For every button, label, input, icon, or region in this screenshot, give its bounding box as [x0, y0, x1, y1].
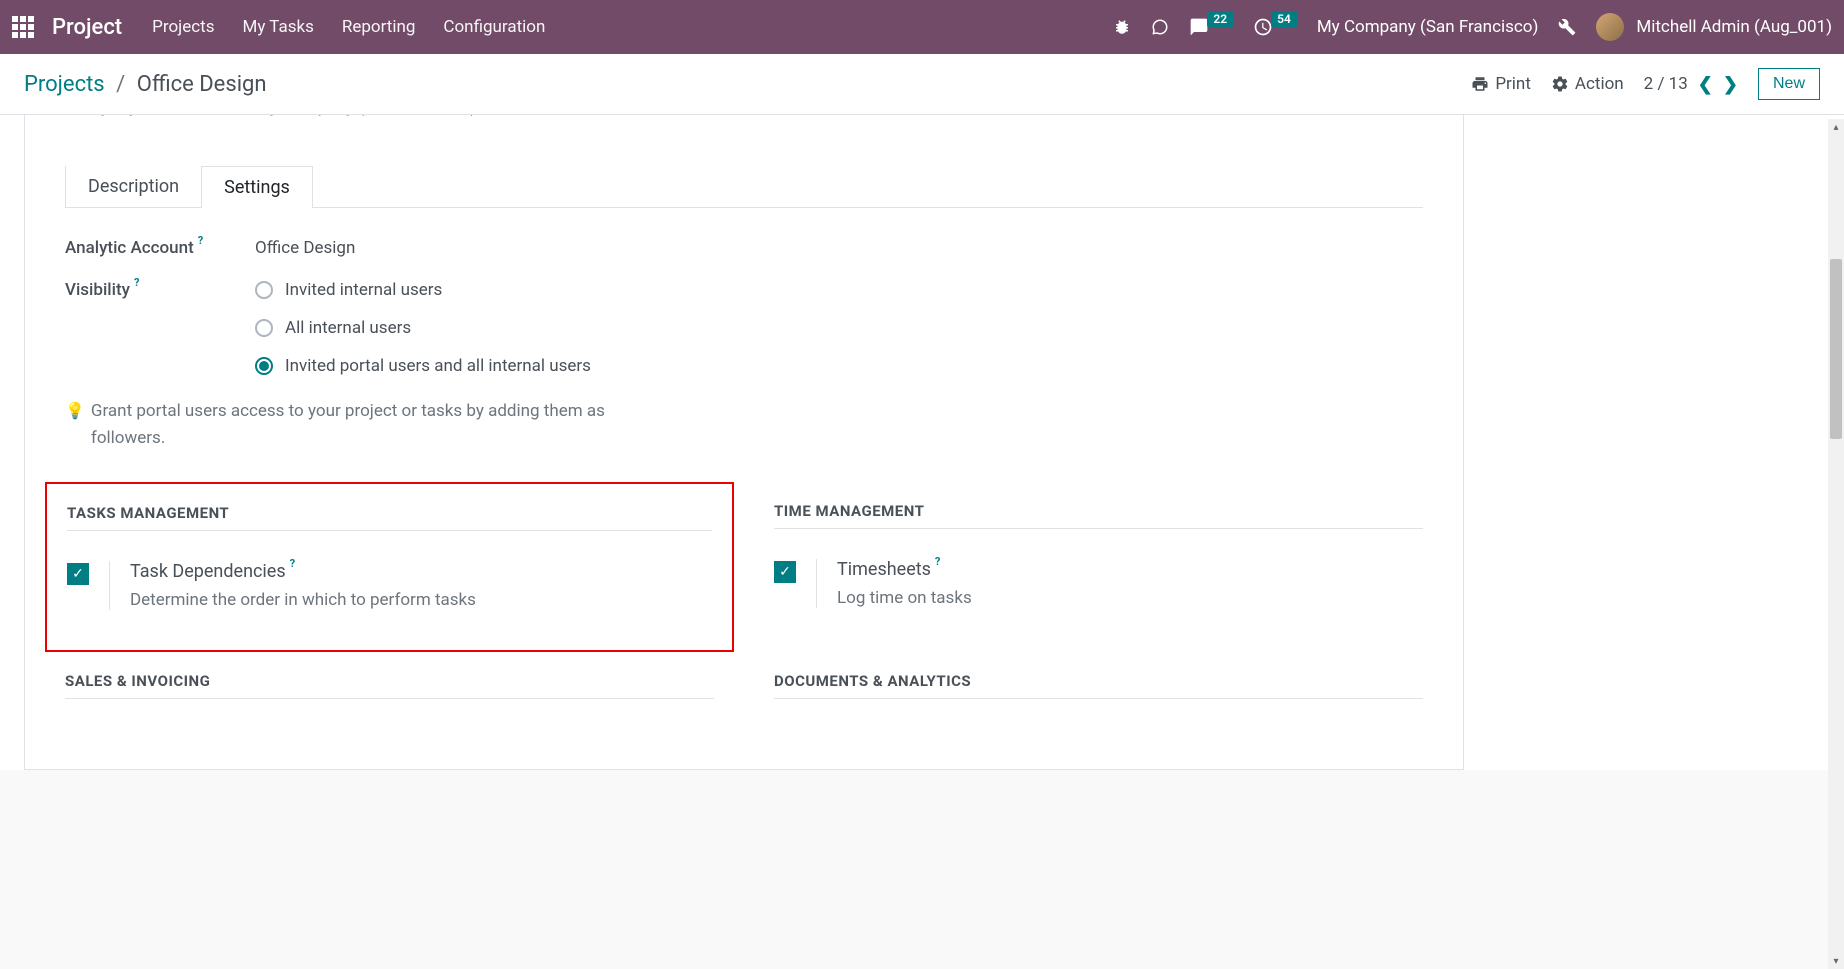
app-brand[interactable]: Project	[52, 15, 122, 40]
visibility-option-all-internal[interactable]: All internal users	[255, 318, 591, 338]
nav-reporting[interactable]: Reporting	[342, 17, 416, 37]
help-icon[interactable]: ?	[198, 234, 203, 247]
company-label-cut: Company	[65, 115, 255, 117]
pager-next[interactable]: ❯	[1723, 74, 1738, 95]
task-dependencies-desc: Determine the order in which to perform …	[130, 590, 476, 610]
company-switcher[interactable]: My Company (San Francisco)	[1317, 17, 1539, 37]
action-button[interactable]: Action	[1551, 74, 1624, 94]
nav-configuration[interactable]: Configuration	[443, 17, 545, 37]
apps-icon[interactable]	[12, 16, 34, 38]
top-navbar: Project Projects My Tasks Reporting Conf…	[0, 0, 1844, 54]
debug-icon[interactable]	[1113, 18, 1131, 36]
new-button[interactable]: New	[1758, 68, 1820, 100]
visibility-hint: 💡 Grant portal users access to your proj…	[65, 398, 665, 452]
form-tabs: Description Settings	[65, 165, 1423, 208]
pager-prev[interactable]: ❮	[1698, 74, 1713, 95]
visibility-radio-group: Invited internal users All internal user…	[255, 280, 591, 376]
nav-links: Projects My Tasks Reporting Configuratio…	[152, 17, 545, 37]
scrollbar-thumb[interactable]	[1830, 259, 1842, 439]
radio-icon	[255, 357, 273, 375]
section-title: Sales & Invoicing	[65, 672, 714, 699]
timesheets-label: Timesheets ?	[837, 559, 972, 580]
breadcrumb-current: Office Design	[137, 72, 267, 97]
pager: 2 / 13 ❮ ❯	[1644, 74, 1738, 95]
print-button[interactable]: Print	[1471, 74, 1531, 94]
breadcrumb-root[interactable]: Projects	[24, 72, 105, 97]
section-title: Tasks Management	[67, 504, 712, 531]
form-sheet: Company My Company (San Francisco) Descr…	[24, 115, 1464, 770]
visibility-label: Visibility ?	[65, 280, 255, 376]
task-dependencies-label: Task Dependencies ?	[130, 561, 476, 582]
avatar	[1596, 13, 1624, 41]
analytic-account-label: Analytic Account ?	[65, 238, 255, 258]
breadcrumb: Projects / Office Design	[24, 72, 267, 97]
scroll-up-icon[interactable]: ▴	[1828, 119, 1844, 135]
help-icon[interactable]: ?	[134, 276, 139, 289]
section-title: Time Management	[774, 502, 1423, 529]
tab-description[interactable]: Description	[65, 166, 201, 208]
nav-my-tasks[interactable]: My Tasks	[242, 17, 313, 37]
scroll-down-icon[interactable]: ▾	[1828, 953, 1844, 969]
activities-icon[interactable]: 54	[1253, 17, 1297, 37]
topbar-right: 22 54 My Company (San Francisco) Mitchel…	[1113, 13, 1832, 41]
timesheets-desc: Log time on tasks	[837, 588, 972, 608]
support-icon[interactable]	[1151, 18, 1169, 36]
section-documents-analytics: Documents & Analytics	[774, 672, 1423, 729]
analytic-account-value[interactable]: Office Design	[255, 238, 355, 258]
visibility-option-invited-internal[interactable]: Invited internal users	[255, 280, 591, 300]
visibility-option-portal-all[interactable]: Invited portal users and all internal us…	[255, 356, 591, 376]
radio-icon	[255, 319, 273, 337]
section-title: Documents & Analytics	[774, 672, 1423, 699]
nav-projects[interactable]: Projects	[152, 17, 214, 37]
section-tasks-management: Tasks Management Task Dependencies ? Det…	[65, 502, 714, 612]
tab-settings[interactable]: Settings	[201, 166, 313, 208]
annotation-highlight: Tasks Management Task Dependencies ? Det…	[45, 482, 734, 652]
radio-icon	[255, 281, 273, 299]
user-menu[interactable]: Mitchell Admin (Aug_001)	[1596, 13, 1832, 41]
breadcrumb-separator: /	[116, 72, 125, 97]
section-sales-invoicing: Sales & Invoicing	[65, 672, 714, 729]
control-panel: Projects / Office Design Print Action 2 …	[0, 54, 1844, 115]
company-value-cut: My Company (San Francisco)	[255, 115, 477, 117]
lightbulb-icon: 💡	[65, 398, 85, 424]
pager-value[interactable]: 2 / 13	[1644, 74, 1688, 94]
messages-icon[interactable]: 22	[1189, 17, 1233, 37]
tools-icon[interactable]	[1558, 18, 1576, 36]
user-name: Mitchell Admin (Aug_001)	[1636, 17, 1832, 37]
help-icon[interactable]: ?	[935, 555, 940, 576]
scrollbar[interactable]: ▴ ▾	[1828, 119, 1844, 969]
task-dependencies-checkbox[interactable]	[67, 563, 89, 585]
timesheets-checkbox[interactable]	[774, 561, 796, 583]
messages-badge: 22	[1207, 11, 1233, 27]
section-time-management: Time Management Timesheets ? Log time on…	[774, 502, 1423, 612]
help-icon[interactable]: ?	[290, 557, 295, 578]
activities-badge: 54	[1271, 11, 1297, 27]
